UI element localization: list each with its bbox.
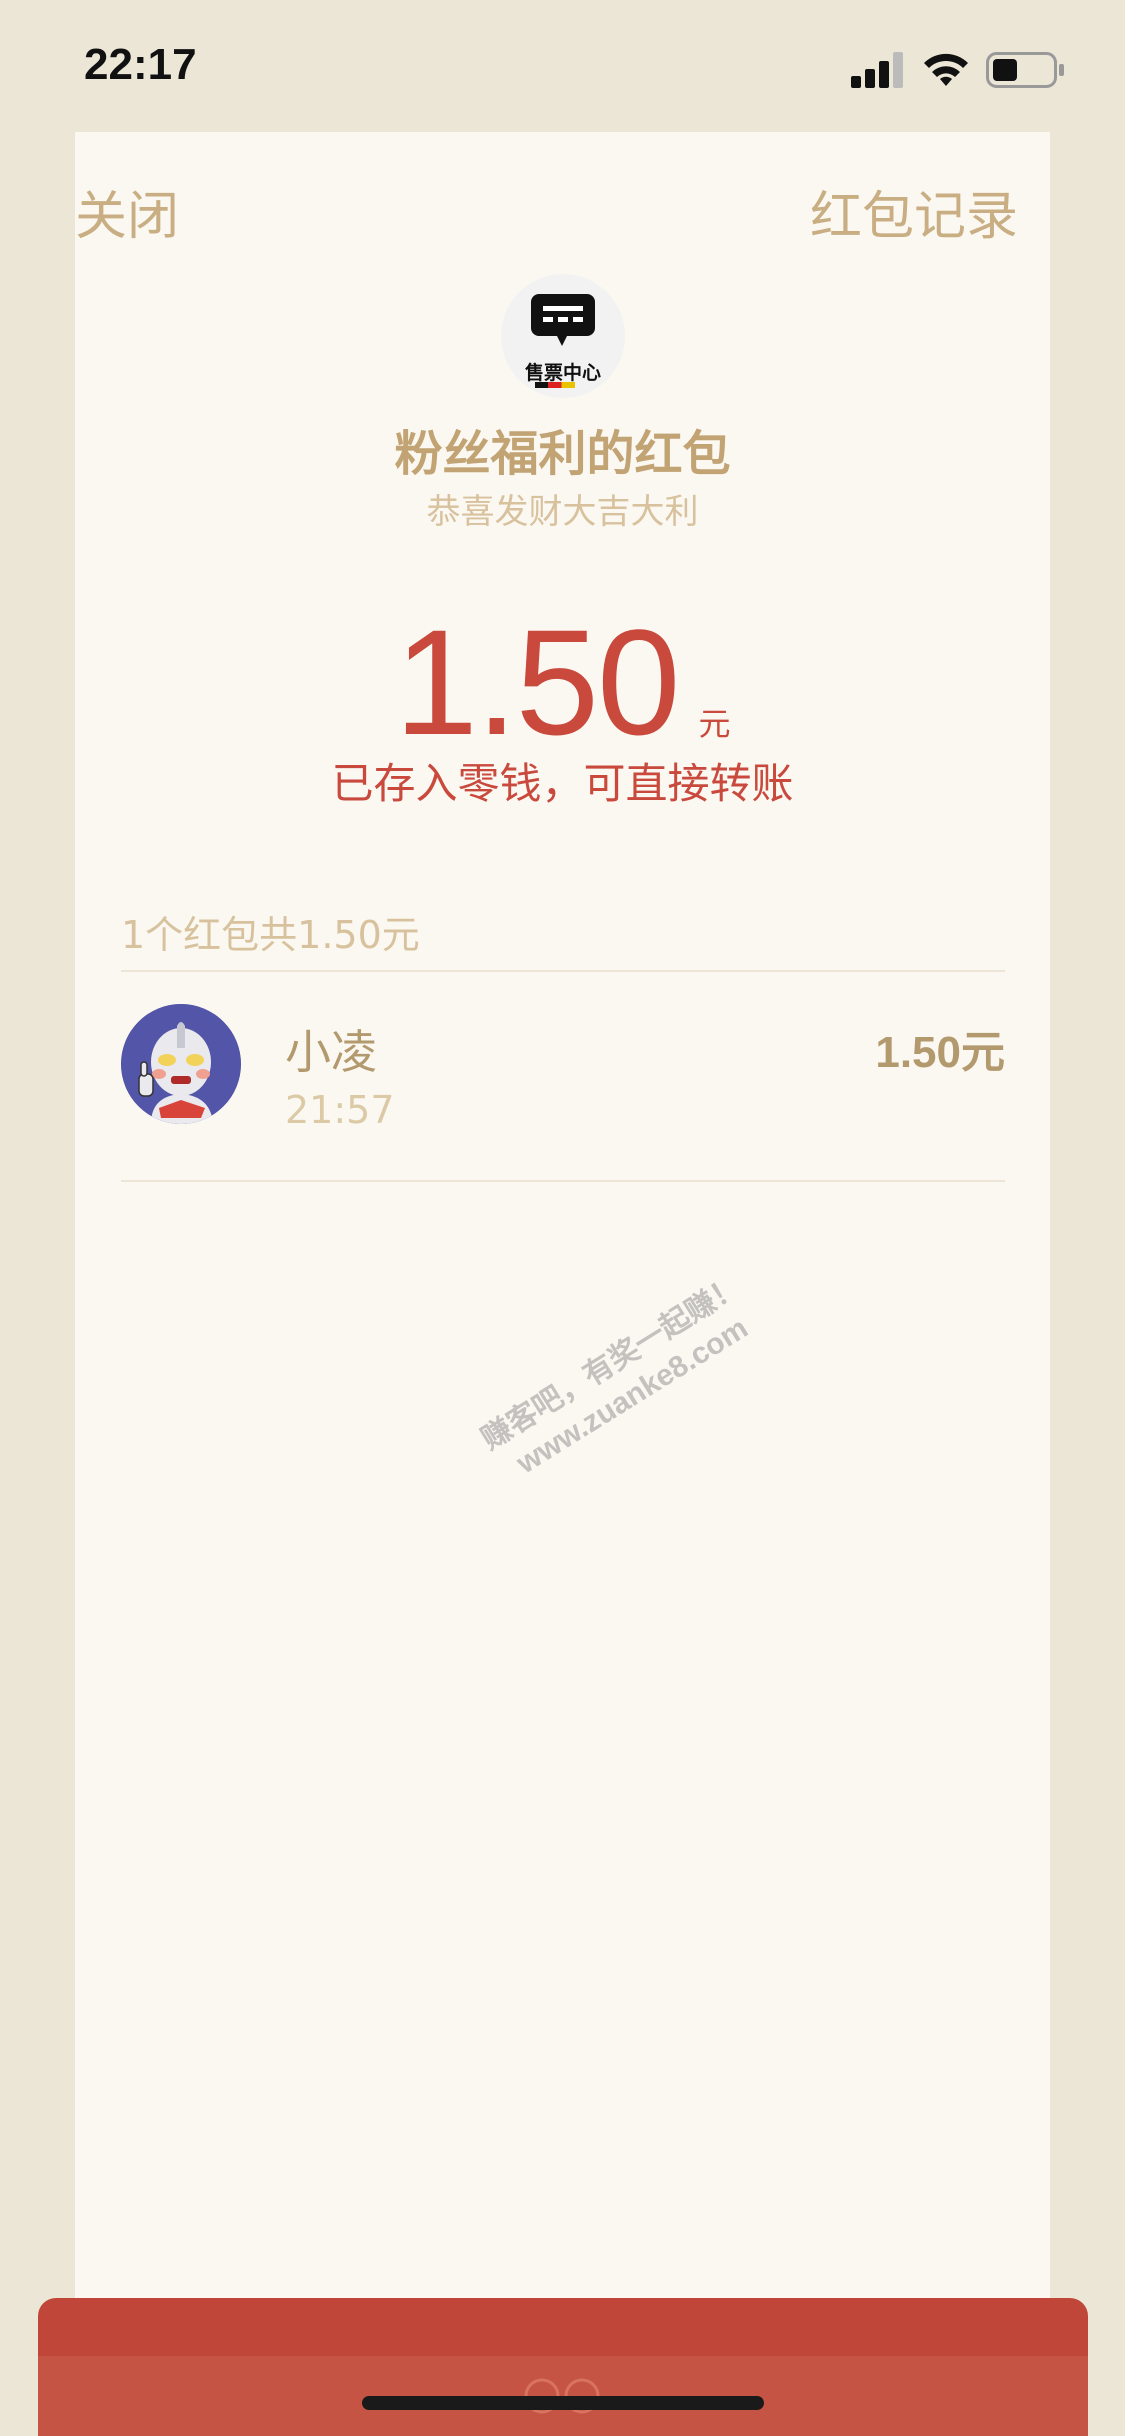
- home-indicator[interactable]: [362, 2396, 764, 2410]
- record-amount: 1.50元: [875, 1028, 1005, 1077]
- amount-row: 1.50 元: [75, 602, 1050, 762]
- record-time: 21:57: [285, 1088, 395, 1132]
- amount-unit: 元: [698, 705, 731, 743]
- battery-icon: [986, 52, 1064, 88]
- close-button[interactable]: 关闭: [75, 174, 179, 249]
- list-item[interactable]: 小凌 21:57 1.50元: [121, 962, 1005, 1174]
- red-packet-records-button[interactable]: 红包记录: [810, 174, 1018, 249]
- divider: [121, 1180, 1005, 1182]
- red-packet-title: 粉丝福利的红包: [394, 426, 731, 482]
- red-packet-detail-card: 关闭 红包记录 售票中心 粉丝福利的红包 恭喜发财大吉大利 1.50 元 已存入零…: [75, 132, 1050, 2358]
- record-name: 小凌: [285, 1025, 377, 1079]
- watermark-line-2: www.zuanke8.com: [510, 1311, 754, 1481]
- cellular-signal-icon: [851, 52, 903, 88]
- wifi-icon: [924, 53, 968, 86]
- received-amount: 1.50: [394, 598, 681, 766]
- stored-to-balance-link[interactable]: 已存入零钱，可直接转账: [75, 750, 1050, 811]
- packet-summary: 1个红包共1.50元: [121, 913, 420, 957]
- flag-stripe: [535, 382, 575, 388]
- status-bar: 22:17: [0, 0, 1125, 132]
- watermark-line-1: 赚客吧，有奖一起赚！: [475, 1268, 749, 1458]
- ultraman-avatar-icon: [121, 1004, 241, 1124]
- sender-avatar: 售票中心: [501, 274, 625, 398]
- speech-bubble-icon: [531, 294, 595, 346]
- sender-avatar-label: 售票中心: [524, 362, 601, 384]
- watermark: 赚客吧，有奖一起赚！ www.zuanke8.com: [403, 1219, 857, 1565]
- red-packet-greeting: 恭喜发财大吉大利: [426, 492, 699, 532]
- status-time: 22:17: [84, 40, 197, 89]
